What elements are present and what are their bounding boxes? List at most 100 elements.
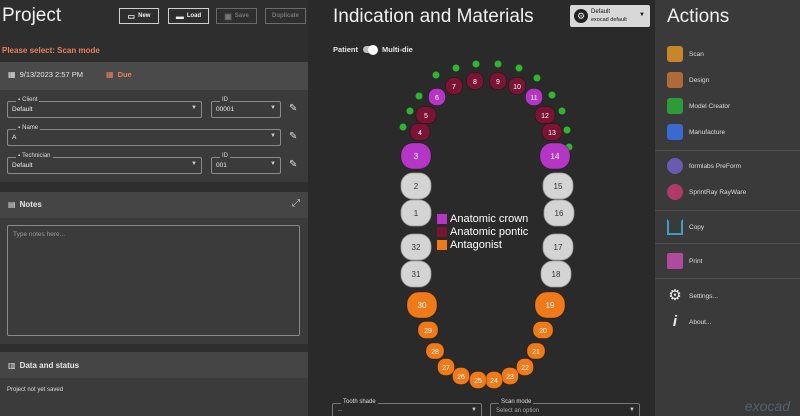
tooth-11[interactable]: 11: [525, 88, 543, 106]
tooth-6[interactable]: 6: [428, 88, 446, 106]
tooth-number-label: 9: [496, 79, 500, 86]
tooth-16[interactable]: 16: [543, 199, 575, 227]
bridge-connector-dot[interactable]: [558, 107, 566, 115]
tooth-number-label: 24: [490, 378, 498, 385]
bridge-connector-dot[interactable]: [533, 74, 541, 82]
chevron-down-icon: ▼: [270, 105, 276, 111]
technician-select[interactable]: ▪ Technician Default ▼: [7, 153, 202, 174]
tooth-22[interactable]: 22: [516, 358, 534, 376]
bridge-connector-dot[interactable]: [452, 64, 460, 72]
copy-action[interactable]: Copy: [667, 219, 704, 235]
tooth-number-label: 7: [452, 84, 456, 91]
about-action[interactable]: i About...: [667, 314, 712, 330]
bridge-connector-dot[interactable]: [472, 60, 480, 68]
notes-input[interactable]: [7, 225, 300, 336]
duplicate-button[interactable]: Duplicate: [265, 8, 306, 24]
tooth-32[interactable]: 32: [400, 233, 432, 261]
tooth-8[interactable]: 8: [466, 72, 484, 90]
calendar-due-icon: ▦: [106, 70, 114, 79]
tooth-number-label: 4: [418, 130, 422, 137]
tooth-13[interactable]: 13: [541, 123, 563, 141]
indication-panel: Indication and Materials ⚙ Default exoca…: [308, 0, 655, 416]
legend-pontic: Anatomic pontic: [437, 226, 528, 238]
manufacture-icon: [667, 124, 683, 140]
tooth-1[interactable]: 1: [400, 199, 432, 227]
tooth-number-label: 15: [554, 182, 563, 191]
new-button[interactable]: ▭ New: [119, 8, 159, 24]
save-button[interactable]: ▣ Save: [216, 8, 257, 24]
edit-client-pencil-icon[interactable]: ✎: [289, 103, 297, 114]
bridge-connector-dot[interactable]: [399, 123, 407, 131]
tooth-shade-select[interactable]: Tooth shade -- ▼: [332, 399, 482, 416]
tooth-5[interactable]: 5: [415, 106, 437, 124]
tooth-4[interactable]: 4: [409, 123, 431, 141]
tooth-20[interactable]: 20: [532, 321, 554, 339]
tooth-30[interactable]: 30: [406, 291, 438, 319]
tooth-15[interactable]: 15: [542, 172, 574, 200]
model-creator-icon: [667, 98, 683, 114]
model-creator-action[interactable]: Model Creator: [667, 98, 730, 114]
bridge-connector-dot[interactable]: [515, 64, 523, 72]
notes-icon: ▤: [8, 200, 16, 209]
tooth-3[interactable]: 3: [400, 142, 432, 170]
tooth-28[interactable]: 28: [425, 342, 445, 360]
tooth-10[interactable]: 10: [508, 77, 526, 95]
bridge-connector-dot[interactable]: [406, 107, 414, 115]
tooth-number-label: 16: [555, 209, 564, 218]
client-id-select[interactable]: ID 00001 ▼: [211, 97, 281, 118]
tooth-12[interactable]: 12: [534, 106, 556, 124]
tooth-19[interactable]: 19: [534, 291, 566, 319]
scan-mode-select[interactable]: Scan mode Select an option ▼: [490, 399, 640, 416]
chevron-down-icon: ▼: [629, 407, 635, 413]
tooth-2[interactable]: 2: [400, 172, 432, 200]
bridge-connector-dot[interactable]: [494, 60, 502, 68]
name-input[interactable]: ▪ Name A ▼: [7, 125, 281, 146]
edit-name-pencil-icon[interactable]: ✎: [289, 131, 297, 142]
tooth-17[interactable]: 17: [542, 233, 574, 261]
tooth-21[interactable]: 21: [526, 342, 546, 360]
manufacture-action[interactable]: Manufacture: [667, 124, 725, 140]
chevron-down-icon: ▼: [191, 161, 197, 167]
tooth-number-label: 27: [442, 365, 450, 372]
tooth-29[interactable]: 29: [417, 321, 439, 339]
bridge-connector-dot[interactable]: [548, 91, 556, 99]
tooth-18[interactable]: 18: [540, 260, 572, 288]
tooth-25[interactable]: 25: [469, 371, 487, 389]
expand-icon[interactable]: ⤢: [292, 198, 300, 209]
bridge-connector-dot[interactable]: [415, 92, 423, 100]
load-button[interactable]: ▬ Load: [168, 8, 209, 24]
actions-panel: Actions Scan Design Model Creator Manufa…: [655, 0, 800, 416]
tooth-14[interactable]: 14: [539, 142, 571, 170]
bridge-connector-dot[interactable]: [432, 71, 440, 79]
scan-icon: [667, 46, 683, 62]
edit-technician-pencil-icon[interactable]: ✎: [289, 159, 297, 170]
tooth-number-label: 20: [539, 328, 547, 335]
scan-action[interactable]: Scan: [667, 46, 704, 62]
technician-id-select[interactable]: ID 001 ▼: [211, 153, 281, 174]
tooth-number-label: 22: [521, 365, 529, 372]
client-select[interactable]: ▪ Client Default ▼: [7, 97, 202, 118]
divider: [655, 278, 800, 279]
tooth-9[interactable]: 9: [489, 72, 507, 90]
actions-title: Actions: [667, 6, 730, 27]
settings-action[interactable]: ⚙ Settings...: [667, 288, 718, 304]
tooth-26[interactable]: 26: [452, 367, 470, 385]
print-action[interactable]: Print: [667, 253, 702, 269]
due-date[interactable]: ▦ Due: [106, 70, 132, 79]
design-action[interactable]: Design: [667, 72, 709, 88]
formlabs-action[interactable]: formlabs PreForm: [667, 158, 741, 174]
data-status-panel: ▥ Data and status Project not yet saved: [0, 352, 308, 416]
tooth-23[interactable]: 23: [501, 367, 519, 385]
tooth-27[interactable]: 27: [437, 358, 455, 376]
tooth-7[interactable]: 7: [445, 77, 463, 95]
legend-swatch: [437, 227, 447, 237]
tooth-24[interactable]: 24: [485, 371, 503, 389]
tooth-number-label: 23: [506, 374, 514, 381]
created-date[interactable]: ▦ 9/13/2023 2:57 PM: [8, 70, 83, 79]
calendar-icon: ▦: [8, 70, 16, 79]
tooth-number-label: 32: [412, 243, 421, 252]
bar-chart-icon: ▥: [8, 361, 16, 370]
sprintray-action[interactable]: SprintRay RayWare: [667, 184, 746, 200]
bridge-connector-dot[interactable]: [563, 126, 571, 134]
tooth-31[interactable]: 31: [400, 260, 432, 288]
